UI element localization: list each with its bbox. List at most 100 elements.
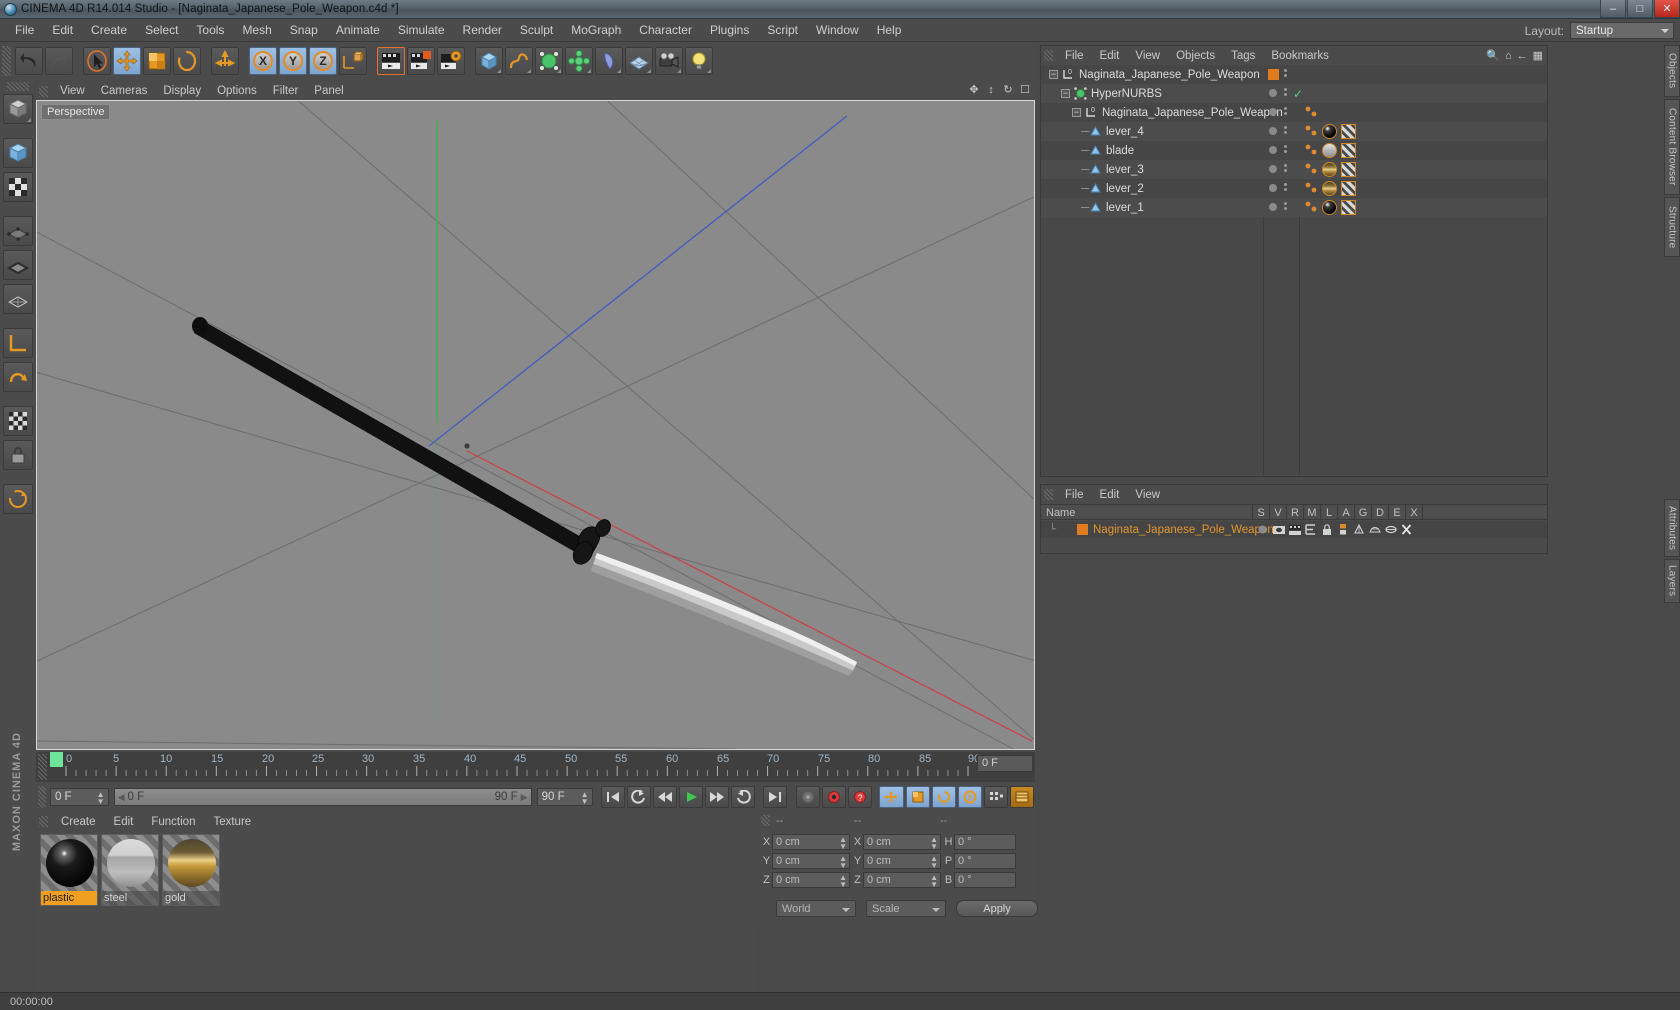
search-icon[interactable]: 🔍	[1486, 49, 1500, 62]
spinner-icon[interactable]: ▲ ▼	[839, 873, 847, 888]
object-menu-file[interactable]: File	[1057, 49, 1092, 63]
expander-icon[interactable]: −	[1049, 70, 1058, 79]
tag-dots-icon[interactable]	[1305, 182, 1319, 196]
object-menu-edit[interactable]: Edit	[1092, 49, 1128, 63]
playhead-marker[interactable]	[50, 752, 63, 767]
render-view-button[interactable]	[377, 47, 405, 75]
lock-z-button[interactable]: Z	[309, 47, 337, 75]
apply-button[interactable]: Apply	[956, 900, 1038, 917]
tab-objects[interactable]: Objects	[1664, 45, 1680, 97]
material-manager-grip[interactable]	[39, 816, 48, 827]
layer-menu-view[interactable]: View	[1127, 488, 1168, 502]
tag-dots-icon[interactable]	[1305, 163, 1319, 177]
visibility-dots[interactable]	[1284, 145, 1287, 153]
next-keyframe-button[interactable]	[731, 786, 756, 808]
pla-key-button[interactable]: P	[957, 786, 982, 808]
viewport-menu-options[interactable]: Options	[209, 84, 265, 98]
material-tag-plastic[interactable]	[1322, 200, 1337, 215]
coordinate-manager-grip[interactable]	[761, 815, 770, 826]
deformers-button[interactable]	[565, 47, 593, 75]
enable-dot[interactable]	[1269, 89, 1277, 97]
menu-script[interactable]: Script	[758, 20, 807, 40]
render-region-button[interactable]	[407, 47, 435, 75]
enable-dot[interactable]	[1269, 108, 1277, 116]
tab-attributes[interactable]: Attributes	[1664, 499, 1680, 557]
transport-grip[interactable]	[38, 786, 46, 808]
coord-input-size-x[interactable]: 0 cm ▲ ▼	[863, 833, 941, 850]
lock-x-button[interactable]: X	[249, 47, 277, 75]
generator-icon[interactable]	[1352, 523, 1365, 536]
timeline-frame-field[interactable]: 0 F	[977, 755, 1033, 772]
animation-icon[interactable]	[1336, 523, 1349, 536]
menu-edit[interactable]: Edit	[43, 20, 82, 40]
lock-y-button[interactable]: Y	[279, 47, 307, 75]
visibility-dots[interactable]	[1284, 107, 1287, 115]
tool-lock-workplane[interactable]	[2, 440, 33, 470]
menu-animate[interactable]: Animate	[327, 20, 389, 40]
coordinate-system-dropdown[interactable]: World	[776, 900, 856, 917]
manager-icon[interactable]	[1304, 523, 1317, 536]
scale-key-button[interactable]	[905, 786, 930, 808]
timeline-toggle-button[interactable]	[1009, 786, 1035, 808]
camera-button[interactable]	[655, 47, 683, 75]
object-menu-tags[interactable]: Tags	[1223, 49, 1263, 63]
step-back-button[interactable]	[652, 786, 677, 808]
coord-input-pos-x[interactable]: 0 cm ▲ ▼	[772, 833, 850, 850]
layer-row[interactable]: └ Naginata_Japanese_Pole_Weapon	[1041, 521, 1547, 538]
menu-plugins[interactable]: Plugins	[701, 20, 758, 40]
material-tag-gold[interactable]	[1322, 162, 1337, 177]
tool-axis-mode[interactable]	[2, 328, 33, 358]
menu-file[interactable]: File	[6, 20, 43, 40]
max-frame-input[interactable]: 90 F ▲ ▼	[536, 788, 593, 806]
visibility-dots[interactable]	[1284, 88, 1287, 96]
spinner-icon[interactable]: ▲ ▼	[839, 835, 847, 850]
generators-button[interactable]	[535, 47, 563, 75]
view-icon[interactable]	[1272, 523, 1285, 536]
material-menu-function[interactable]: Function	[142, 815, 204, 829]
material-menu-texture[interactable]: Texture	[204, 815, 260, 829]
render-icon[interactable]	[1288, 523, 1301, 536]
spinner-icon[interactable]: ▲ ▼	[930, 854, 938, 869]
layer-color-swatch[interactable]	[1268, 69, 1279, 80]
visibility-dots[interactable]	[1284, 164, 1287, 172]
tool-texture-mode[interactable]	[2, 172, 33, 202]
light-button[interactable]	[685, 47, 713, 75]
material-tag-plastic[interactable]	[1322, 124, 1337, 139]
layout-dropdown[interactable]: Startup	[1570, 22, 1674, 39]
scene-objects-button[interactable]	[595, 47, 623, 75]
deformer-icon[interactable]	[1368, 523, 1381, 536]
home-icon[interactable]: ⌂	[1505, 50, 1512, 62]
keyframe-selection-button[interactable]: ?	[848, 786, 873, 808]
viewport-menu-cameras[interactable]: Cameras	[93, 84, 156, 98]
timeline-ruler[interactable]: 0 5 10 15 20 25 30 35 40 45 50 55 60 65 …	[50, 752, 1035, 780]
menu-tools[interactable]: Tools	[187, 20, 233, 40]
object-row-blade[interactable]: ─ blade	[1041, 141, 1547, 160]
redo-button[interactable]	[45, 47, 73, 75]
object-menu-view[interactable]: View	[1127, 49, 1168, 63]
spinner-icon[interactable]: ▲ ▼	[930, 835, 938, 850]
coord-input-size-z[interactable]: 0 cm ▲ ▼	[863, 871, 941, 888]
tool-viewport-solo[interactable]	[2, 406, 33, 436]
object-row-naginata-root[interactable]: − 0 Naginata_Japanese_Pole_Weapon	[1041, 65, 1547, 84]
scale-button[interactable]	[143, 47, 171, 75]
spinner-icon[interactable]: ▲ ▼	[97, 791, 105, 806]
close-button[interactable]: ✕	[1654, 0, 1680, 18]
add-cube-button[interactable]	[475, 47, 503, 75]
tag-dots-icon[interactable]	[1305, 201, 1319, 215]
tab-structure[interactable]: Structure	[1664, 197, 1680, 257]
enable-dot[interactable]	[1269, 184, 1277, 192]
spinner-icon[interactable]: ▲ ▼	[839, 854, 847, 869]
coord-input-rot-p[interactable]: 0 °	[954, 852, 1016, 869]
menu-render[interactable]: Render	[454, 20, 511, 40]
perspective-viewport[interactable]: Perspective	[36, 100, 1035, 750]
uvw-tag-icon[interactable]	[1341, 162, 1356, 177]
orbit-icon[interactable]: ↻	[1002, 84, 1014, 96]
material-menu-create[interactable]: Create	[52, 815, 105, 829]
enable-dot[interactable]	[1269, 146, 1277, 154]
object-row-lever-4[interactable]: ─ lever_4	[1041, 122, 1547, 141]
tool-model-mode[interactable]	[2, 138, 33, 168]
material-item[interactable]: plastic	[40, 834, 98, 906]
previous-keyframe-button[interactable]	[626, 786, 651, 808]
tag-dots-icon[interactable]	[1305, 125, 1319, 139]
material-item[interactable]: gold	[162, 834, 220, 906]
